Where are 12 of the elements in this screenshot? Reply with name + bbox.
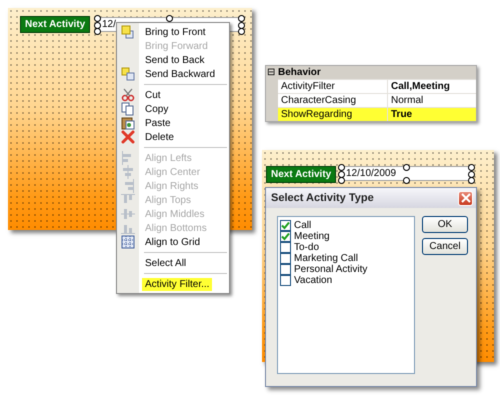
checkbox-label: To-do <box>294 242 320 253</box>
dialog-title: Select Activity Type <box>271 192 374 204</box>
property-name: ShowRegarding <box>278 108 388 121</box>
form-label: Next Activity <box>20 16 90 33</box>
checkbox-label: Meeting <box>294 231 330 242</box>
field-value: 12/ <box>102 19 116 30</box>
checkbox-label: Personal Activity <box>294 264 368 275</box>
checkbox-label: Marketing Call <box>294 253 358 264</box>
field-value: 12/10/2009 <box>346 168 396 179</box>
checkbox-label: Call <box>294 220 312 231</box>
form-label: Next Activity <box>266 166 336 183</box>
checkbox-label: Vacation <box>294 275 332 286</box>
